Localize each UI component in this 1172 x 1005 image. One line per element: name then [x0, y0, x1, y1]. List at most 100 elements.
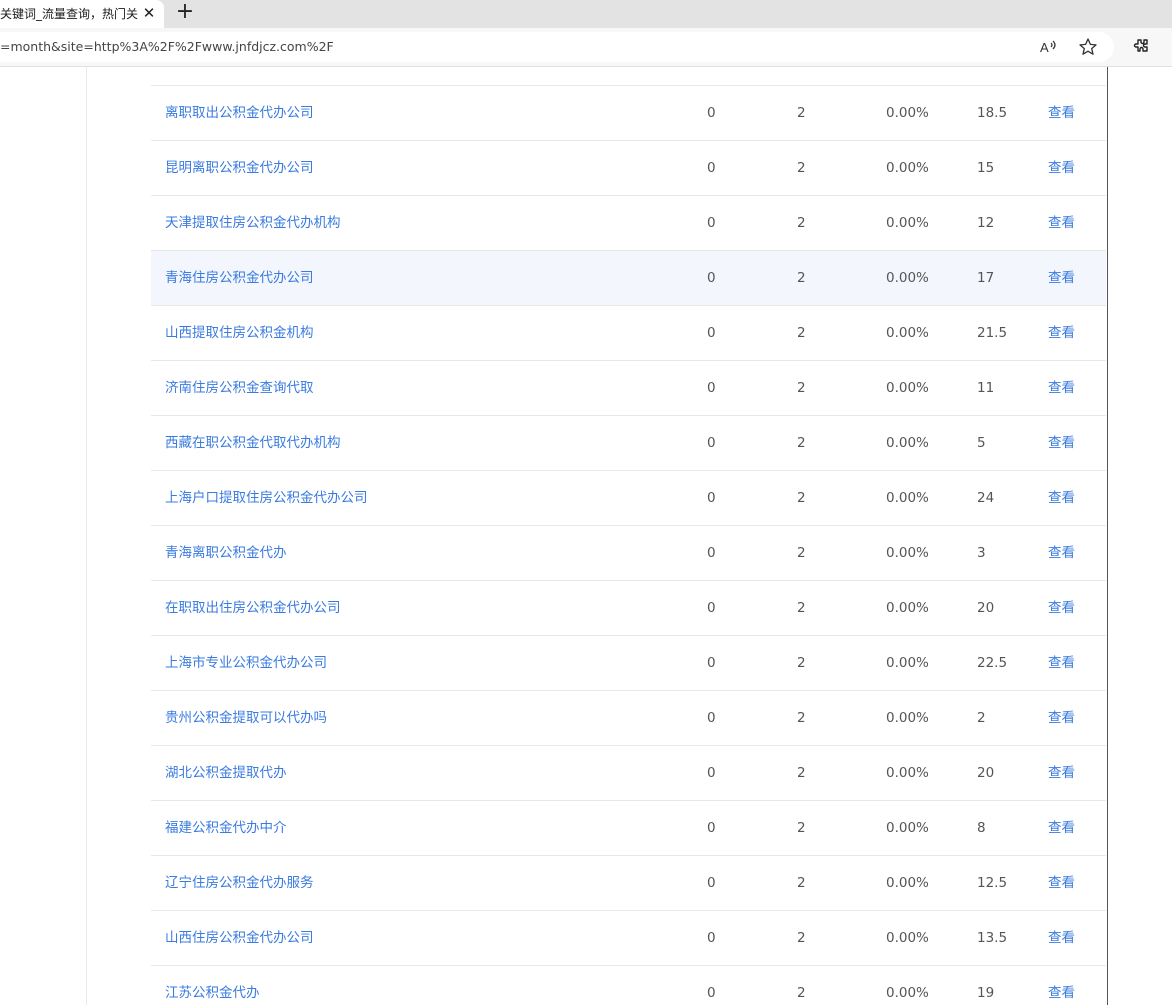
count-cell: 0	[707, 875, 716, 891]
table-row: 上海户口提取住房公积金代办公司 0 2 0.00% 24 查看	[151, 470, 1106, 525]
view-link[interactable]: 查看	[1048, 581, 1075, 635]
count-cell: 0	[707, 655, 716, 671]
count-cell: 0	[707, 490, 716, 506]
value-cell: 2	[977, 710, 986, 726]
value-cell: 21.5	[977, 325, 1008, 341]
view-link[interactable]: 查看	[1048, 691, 1075, 745]
value-cell: 12.5	[977, 875, 1008, 891]
value-cell: 17	[977, 270, 995, 286]
count-cell: 2	[797, 930, 806, 946]
view-link[interactable]: 查看	[1048, 746, 1075, 800]
value-cell: 3	[977, 545, 986, 561]
percent-cell: 0.00%	[886, 875, 929, 891]
view-link[interactable]: 查看	[1048, 251, 1075, 305]
keyword-link[interactable]: 天津提取住房公积金代办机构	[165, 196, 341, 250]
view-link[interactable]: 查看	[1048, 636, 1075, 690]
keyword-link[interactable]: 山西提取住房公积金机构	[165, 306, 314, 360]
percent-cell: 0.00%	[886, 765, 929, 781]
table-row: 青海离职公积金代办 0 2 0.00% 3 查看	[151, 525, 1106, 580]
browser-tab-bar: 关键词_流量查询，热门关键 ✕ +	[0, 0, 1172, 28]
percent-cell: 0.00%	[886, 655, 929, 671]
extensions-icon[interactable]	[1131, 37, 1151, 57]
read-aloud-icon[interactable]: A	[1038, 37, 1058, 57]
percent-cell: 0.00%	[886, 820, 929, 836]
count-cell: 2	[797, 985, 806, 1001]
count-cell: 0	[707, 930, 716, 946]
count-cell: 2	[797, 600, 806, 616]
count-cell: 2	[797, 215, 806, 231]
count-cell: 2	[797, 710, 806, 726]
percent-cell: 0.00%	[886, 270, 929, 286]
url-field[interactable]: =month&site=http%3A%2F%2Fwww.jnfdjcz.com…	[0, 32, 1114, 62]
keyword-link[interactable]: 青海住房公积金代办公司	[165, 251, 314, 305]
percent-cell: 0.00%	[886, 985, 929, 1001]
count-cell: 0	[707, 270, 716, 286]
value-cell: 15	[977, 160, 995, 176]
keyword-link[interactable]: 在职取出住房公积金代办公司	[165, 581, 341, 635]
count-cell: 0	[707, 105, 716, 121]
star-icon[interactable]	[1078, 37, 1098, 57]
count-cell: 0	[707, 710, 716, 726]
view-link[interactable]: 查看	[1048, 361, 1075, 415]
keyword-link[interactable]: 福建公积金代办中介	[165, 801, 287, 855]
value-cell: 12	[977, 215, 995, 231]
value-cell: 20	[977, 765, 995, 781]
percent-cell: 0.00%	[886, 105, 929, 121]
keyword-link[interactable]: 青海离职公积金代办	[165, 526, 287, 580]
view-link[interactable]: 查看	[1048, 196, 1075, 250]
count-cell: 0	[707, 545, 716, 561]
tab-title: 关键词_流量查询，热门关键	[0, 7, 138, 21]
value-cell: 13.5	[977, 930, 1008, 946]
keyword-link[interactable]: 山西住房公积金代办公司	[165, 911, 314, 965]
value-cell: 5	[977, 435, 986, 451]
keyword-link[interactable]: 离职取出公积金代办公司	[165, 86, 314, 140]
view-link[interactable]: 查看	[1048, 86, 1075, 140]
count-cell: 2	[797, 765, 806, 781]
browser-tab[interactable]: 关键词_流量查询，热门关键 ✕	[0, 0, 164, 28]
value-cell: 20	[977, 600, 995, 616]
keyword-link[interactable]: 上海市专业公积金代办公司	[165, 636, 327, 690]
table-row: 在职取出住房公积金代办公司 0 2 0.00% 20 查看	[151, 580, 1106, 635]
table-row: 昆明离职公积金代办公司 0 2 0.00% 15 查看	[151, 140, 1106, 195]
value-cell: 18.5	[977, 105, 1008, 121]
count-cell: 0	[707, 325, 716, 341]
address-bar: =month&site=http%3A%2F%2Fwww.jnfdjcz.com…	[0, 28, 1172, 67]
table-row: 贵州公积金提取可以代办吗 0 2 0.00% 2 查看	[151, 690, 1106, 745]
count-cell: 2	[797, 160, 806, 176]
keyword-link[interactable]: 辽宁住房公积金代办服务	[165, 856, 314, 910]
keyword-link[interactable]: 济南住房公积金查询代取	[165, 361, 314, 415]
plus-icon[interactable]: +	[174, 1, 196, 24]
table-row: 湖北公积金提取代办 0 2 0.00% 20 查看	[151, 745, 1106, 800]
table-row: 天津提取住房公积金代办机构 0 2 0.00% 12 查看	[151, 195, 1106, 250]
keyword-link[interactable]: 湖北公积金提取代办	[165, 746, 287, 800]
view-link[interactable]: 查看	[1048, 141, 1075, 195]
table-row: 辽宁住房公积金代办服务 0 2 0.00% 12.5 查看	[151, 855, 1106, 910]
table-row: 离职取出公积金代办公司 0 2 0.00% 18.5 查看	[151, 85, 1106, 140]
view-link[interactable]: 查看	[1048, 966, 1075, 1005]
view-link[interactable]: 查看	[1048, 801, 1075, 855]
view-link[interactable]: 查看	[1048, 911, 1075, 965]
close-icon[interactable]: ✕	[140, 4, 158, 22]
count-cell: 0	[707, 435, 716, 451]
view-link[interactable]: 查看	[1048, 416, 1075, 470]
count-cell: 2	[797, 545, 806, 561]
percent-cell: 0.00%	[886, 435, 929, 451]
percent-cell: 0.00%	[886, 160, 929, 176]
keyword-table: 离职取出公积金代办公司 0 2 0.00% 18.5 查看 昆明离职公积金代办公司 0 2 0.0…	[151, 85, 1106, 1005]
count-cell: 0	[707, 160, 716, 176]
count-cell: 2	[797, 490, 806, 506]
percent-cell: 0.00%	[886, 380, 929, 396]
table-row: 福建公积金代办中介 0 2 0.00% 8 查看	[151, 800, 1106, 855]
keyword-link[interactable]: 上海户口提取住房公积金代办公司	[165, 471, 368, 525]
view-link[interactable]: 查看	[1048, 526, 1075, 580]
keyword-link[interactable]: 西藏在职公积金代取代办机构	[165, 416, 341, 470]
view-link[interactable]: 查看	[1048, 471, 1075, 525]
keyword-link[interactable]: 昆明离职公积金代办公司	[165, 141, 314, 195]
keyword-link[interactable]: 贵州公积金提取可以代办吗	[165, 691, 327, 745]
view-link[interactable]: 查看	[1048, 306, 1075, 360]
percent-cell: 0.00%	[886, 215, 929, 231]
percent-cell: 0.00%	[886, 600, 929, 616]
view-link[interactable]: 查看	[1048, 856, 1075, 910]
keyword-link[interactable]: 江苏公积金代办	[165, 966, 260, 1005]
count-cell: 0	[707, 600, 716, 616]
